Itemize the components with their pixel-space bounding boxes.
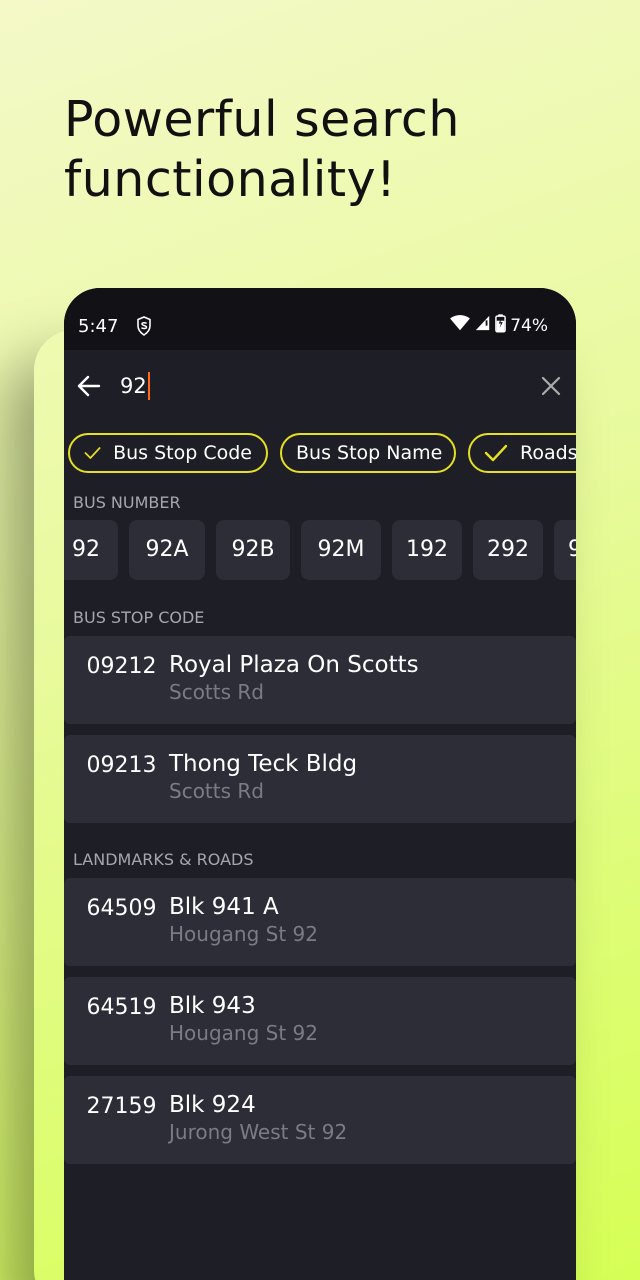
- bus-number-chip[interactable]: 292: [473, 519, 543, 580]
- list-item[interactable]: 64519 Blk 943 Hougang St 92: [64, 977, 576, 1065]
- bus-number-chip[interactable]: 192: [392, 519, 462, 580]
- section-title-bus-number: BUS NUMBER: [73, 493, 181, 512]
- stop-code: 27159: [86, 1094, 157, 1119]
- close-icon[interactable]: [540, 375, 562, 397]
- list-item[interactable]: 09212 Royal Plaza On Scotts Scotts Rd: [64, 636, 576, 724]
- check-icon: [84, 447, 101, 459]
- filter-chip-bus-stop-code[interactable]: Bus Stop Code: [68, 433, 268, 473]
- bus-number-chip[interactable]: 92: [64, 519, 118, 580]
- status-time: 5:47: [78, 315, 119, 337]
- text-caret: [147, 372, 150, 400]
- headline-line-1: Powerful search: [64, 91, 460, 148]
- search-query: 92: [120, 374, 147, 398]
- filter-chip-bus-stop-name[interactable]: Bus Stop Name: [280, 433, 456, 473]
- signal-icon: [475, 315, 491, 337]
- list-item[interactable]: 64509 Blk 941 A Hougang St 92: [64, 878, 576, 966]
- headline: Powerful search functionality!: [64, 90, 584, 210]
- battery-percent: 74%: [510, 316, 548, 336]
- section-title-landmarks-roads: LANDMARKS & ROADS: [73, 850, 254, 869]
- stop-name: Thong Teck Bldg: [169, 751, 358, 777]
- check-icon: [484, 444, 508, 462]
- filter-chip-label: Bus Stop Code: [113, 442, 252, 464]
- shield-s-icon: [136, 316, 152, 336]
- section-title-bus-stop-code: BUS STOP CODE: [73, 608, 205, 627]
- stop-road: Hougang St 92: [169, 1021, 318, 1045]
- list-item[interactable]: 09213 Thong Teck Bldg Scotts Rd: [64, 735, 576, 823]
- filter-chip-roads[interactable]: Roads: [468, 433, 576, 473]
- list-item[interactable]: 27159 Blk 924 Jurong West St 92: [64, 1076, 576, 1164]
- stop-name: Blk 943: [169, 993, 256, 1019]
- stop-code: 64509: [86, 896, 157, 921]
- stop-code: 09213: [86, 753, 157, 778]
- bus-number-chip[interactable]: 9: [554, 519, 576, 580]
- arrow-left-icon[interactable]: [76, 373, 102, 399]
- filter-chip-label: Roads: [520, 442, 576, 464]
- landmark-list: 64509 Blk 941 A Hougang St 92 64519 Blk …: [64, 878, 576, 1164]
- headline-line-2: functionality!: [64, 151, 397, 208]
- bus-number-chip[interactable]: 92A: [129, 519, 205, 580]
- stop-name: Blk 924: [169, 1092, 256, 1118]
- stop-road: Hougang St 92: [169, 922, 318, 946]
- bus-stop-list: 09212 Royal Plaza On Scotts Scotts Rd 09…: [64, 636, 576, 823]
- stop-name: Royal Plaza On Scotts: [169, 652, 419, 678]
- phone-screen: 5:47 74% 92 Bus Stop Code Bus Stop Name …: [64, 288, 576, 1280]
- search-input[interactable]: 92: [120, 372, 150, 400]
- filter-chips: Bus Stop Code Bus Stop Name Roads: [64, 422, 576, 484]
- stop-road: Scotts Rd: [169, 680, 264, 704]
- bus-number-chip[interactable]: 92M: [301, 519, 381, 580]
- filter-chip-label: Bus Stop Name: [296, 442, 443, 464]
- status-right: 74%: [449, 313, 548, 339]
- stop-road: Scotts Rd: [169, 779, 264, 803]
- battery-charging-icon: [495, 313, 507, 339]
- bus-number-chip[interactable]: 92B: [216, 519, 290, 580]
- search-bar: 92: [64, 350, 576, 422]
- wifi-icon: [449, 314, 471, 338]
- stop-name: Blk 941 A: [169, 894, 279, 920]
- stop-road: Jurong West St 92: [169, 1120, 348, 1144]
- bus-number-list: 92 92A 92B 92M 192 292 9: [64, 518, 576, 581]
- status-bar: 5:47 74%: [64, 288, 576, 350]
- stop-code: 09212: [86, 654, 157, 679]
- stop-code: 64519: [86, 995, 157, 1020]
